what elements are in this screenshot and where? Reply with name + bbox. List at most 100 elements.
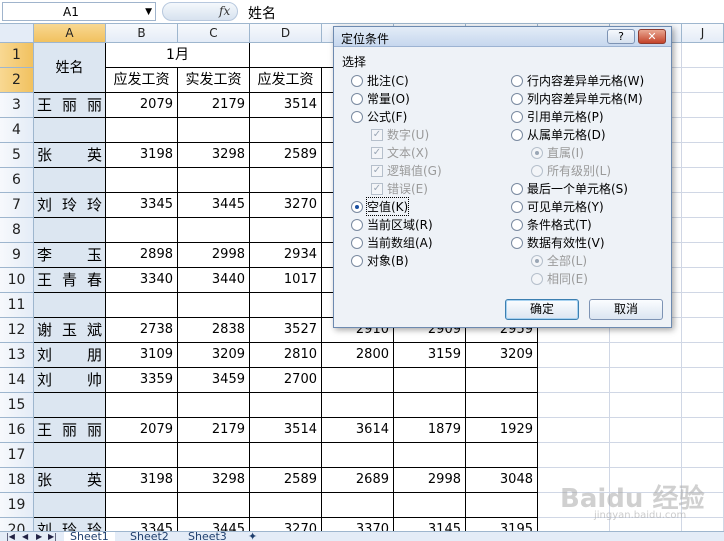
grid-cell[interactable] xyxy=(610,418,682,443)
first-sheet-icon[interactable]: |◀ xyxy=(6,532,15,541)
value-cell[interactable] xyxy=(106,393,178,418)
column-header-c[interactable]: C xyxy=(178,24,250,43)
row-header-11[interactable]: 11 xyxy=(0,293,34,318)
grid-cell[interactable] xyxy=(682,418,724,443)
grid-cell[interactable] xyxy=(682,393,724,418)
value-cell[interactable]: 3298 xyxy=(178,468,250,493)
sheet-tab-3[interactable]: Sheet3 xyxy=(182,531,233,541)
value-cell[interactable]: 3198 xyxy=(106,468,178,493)
name-cell[interactable] xyxy=(34,293,106,318)
value-cell[interactable] xyxy=(466,493,538,518)
cell-a1-name-header[interactable]: 姓名 xyxy=(34,43,106,93)
value-cell[interactable]: 3614 xyxy=(322,418,394,443)
column-subheader[interactable]: 实发工资 xyxy=(178,68,250,93)
value-cell[interactable] xyxy=(178,293,250,318)
value-cell[interactable]: 2738 xyxy=(106,318,178,343)
value-cell[interactable]: 3198 xyxy=(106,143,178,168)
grid-cell[interactable] xyxy=(610,443,682,468)
radio-icon[interactable] xyxy=(351,110,363,123)
grid-cell[interactable] xyxy=(538,368,610,393)
radio-icon[interactable] xyxy=(351,236,363,249)
radio-icon[interactable] xyxy=(511,110,523,123)
name-box[interactable]: A1 ▼ xyxy=(2,2,156,21)
option-opts-right-1[interactable]: 列内容差异单元格(M) xyxy=(511,90,643,107)
value-cell[interactable] xyxy=(106,118,178,143)
option-opts-left-1[interactable]: 常量(O) xyxy=(351,90,410,107)
value-cell[interactable] xyxy=(178,218,250,243)
insert-function-button[interactable]: fx xyxy=(162,2,238,21)
sheet-tab-1[interactable]: Sheet1 xyxy=(64,531,115,541)
value-cell[interactable]: 3345 xyxy=(106,193,178,218)
grid-cell[interactable] xyxy=(610,368,682,393)
value-cell[interactable]: 2689 xyxy=(322,468,394,493)
column-subheader[interactable]: 应发工资 xyxy=(106,68,178,93)
option-opts-right-9[interactable]: 数据有效性(V) xyxy=(511,234,605,251)
radio-icon[interactable] xyxy=(351,92,363,105)
grid-cell[interactable] xyxy=(610,343,682,368)
value-cell[interactable] xyxy=(394,368,466,393)
value-cell[interactable] xyxy=(394,393,466,418)
help-button[interactable]: ? xyxy=(607,29,635,44)
row-header-5[interactable]: 5 xyxy=(0,143,34,168)
value-cell[interactable] xyxy=(106,443,178,468)
column-subheader[interactable]: 应发工资 xyxy=(250,68,322,93)
close-button[interactable]: ✕ xyxy=(638,29,666,44)
name-cell[interactable]: 王丽丽 xyxy=(34,93,106,118)
column-header-a[interactable]: A xyxy=(34,24,106,43)
row-header-19[interactable]: 19 xyxy=(0,493,34,518)
grid-cell[interactable] xyxy=(682,243,724,268)
radio-icon[interactable] xyxy=(511,74,523,87)
row-header-18[interactable]: 18 xyxy=(0,468,34,493)
row-header-9[interactable]: 9 xyxy=(0,243,34,268)
column-header-j[interactable]: J xyxy=(682,24,724,43)
value-cell[interactable]: 1017 xyxy=(250,268,322,293)
name-cell[interactable] xyxy=(34,168,106,193)
select-all-corner[interactable] xyxy=(0,24,34,43)
value-cell[interactable]: 3298 xyxy=(178,143,250,168)
value-cell[interactable]: 2179 xyxy=(178,418,250,443)
value-cell[interactable] xyxy=(322,368,394,393)
name-cell[interactable]: 刘玲玲 xyxy=(34,193,106,218)
value-cell[interactable] xyxy=(178,118,250,143)
ok-button[interactable]: 确定 xyxy=(505,299,579,320)
name-cell[interactable] xyxy=(34,118,106,143)
value-cell[interactable] xyxy=(250,393,322,418)
value-cell[interactable] xyxy=(322,443,394,468)
value-cell[interactable]: 2179 xyxy=(178,93,250,118)
row-header-6[interactable]: 6 xyxy=(0,168,34,193)
value-cell[interactable]: 1929 xyxy=(466,418,538,443)
name-cell[interactable]: 王丽丽 xyxy=(34,418,106,443)
grid-cell[interactable] xyxy=(682,118,724,143)
option-opts-left-0[interactable]: 批注(C) xyxy=(351,72,409,89)
value-cell[interactable] xyxy=(106,168,178,193)
month-1-header[interactable]: 1月 xyxy=(106,43,250,68)
grid-cell[interactable] xyxy=(682,168,724,193)
option-opts-left-8[interactable]: 当前区域(R) xyxy=(351,216,433,233)
grid-cell[interactable] xyxy=(682,368,724,393)
row-header-13[interactable]: 13 xyxy=(0,343,34,368)
value-cell[interactable]: 3445 xyxy=(178,193,250,218)
value-cell[interactable]: 2810 xyxy=(250,343,322,368)
option-opts-right-0[interactable]: 行内容差异单元格(W) xyxy=(511,72,644,89)
insert-sheet-icon[interactable]: ✦ xyxy=(242,531,263,541)
value-cell[interactable]: 3459 xyxy=(178,368,250,393)
column-header-b[interactable]: B xyxy=(106,24,178,43)
value-cell[interactable]: 3109 xyxy=(106,343,178,368)
value-cell[interactable]: 2838 xyxy=(178,318,250,343)
grid-cell[interactable] xyxy=(682,218,724,243)
value-cell[interactable]: 3359 xyxy=(106,368,178,393)
value-cell[interactable] xyxy=(394,443,466,468)
value-cell[interactable] xyxy=(466,393,538,418)
value-cell[interactable]: 1879 xyxy=(394,418,466,443)
row-header-7[interactable]: 7 xyxy=(0,193,34,218)
value-cell[interactable] xyxy=(250,293,322,318)
value-cell[interactable] xyxy=(106,293,178,318)
value-cell[interactable]: 2998 xyxy=(394,468,466,493)
value-cell[interactable] xyxy=(250,493,322,518)
radio-icon[interactable] xyxy=(511,182,523,195)
next-sheet-icon[interactable]: ▶ xyxy=(36,532,42,541)
name-cell[interactable] xyxy=(34,393,106,418)
option-opts-left-7[interactable]: 空值(K) xyxy=(351,197,410,216)
radio-icon[interactable] xyxy=(511,218,523,231)
row-header-12[interactable]: 12 xyxy=(0,318,34,343)
